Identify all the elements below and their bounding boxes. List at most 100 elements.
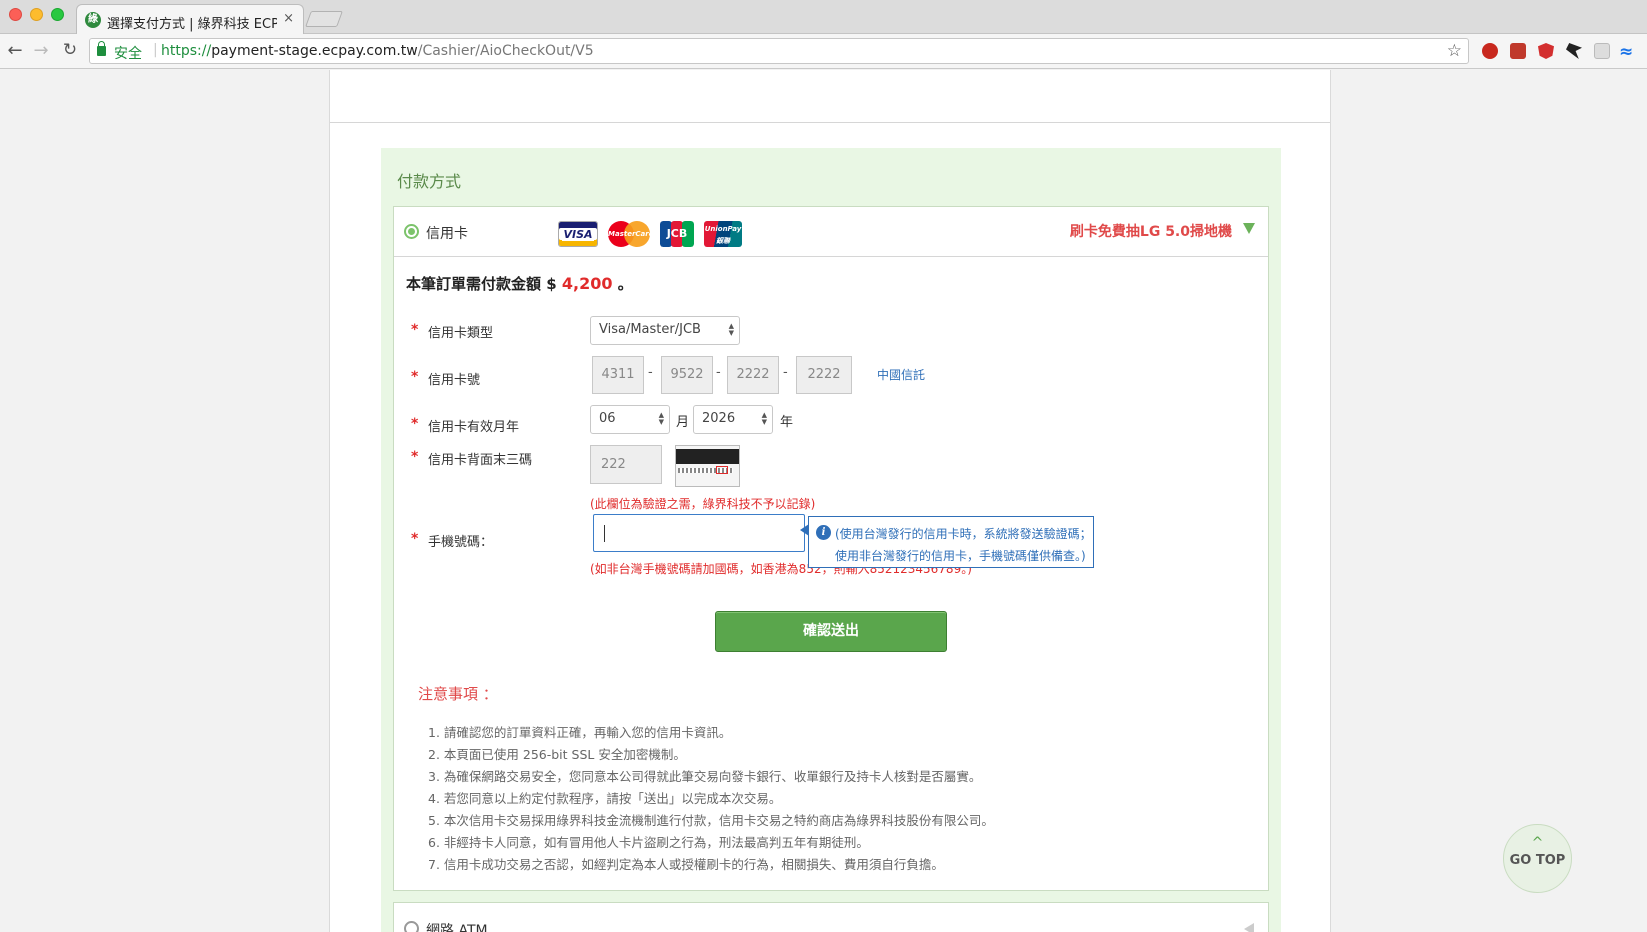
url-protocol: https://	[161, 43, 212, 59]
grey-extension-icon[interactable]	[1594, 43, 1610, 59]
cvv-label: 信用卡背面末三碼	[428, 453, 533, 468]
required-mark: *	[411, 369, 419, 385]
url-separator: |	[153, 42, 158, 58]
credit-card-radio[interactable]	[404, 224, 419, 239]
confirm-submit-button[interactable]: 確認送出	[715, 611, 947, 652]
year-unit: 年	[780, 415, 794, 430]
window-minimize-button[interactable]	[30, 8, 43, 21]
credit-card-label: 信用卡	[426, 226, 468, 242]
amount-value: 4,200	[561, 274, 613, 293]
url-path: /Cashier/AioCheckOut/V5	[417, 43, 594, 59]
notice-title: 注意事項 ：	[418, 685, 498, 703]
select-arrows-icon: ▲ ▼	[728, 322, 734, 337]
month-unit: 月	[676, 415, 690, 430]
expiry-month-select[interactable]: 06 ▲ ▼	[590, 405, 670, 434]
notice-item: 5. 本次信用卡交易採用綠界科技金流機制進行付款，信用卡交易之特約商店為綠界科技…	[428, 813, 994, 828]
jcb-logo-icon: JCB	[660, 221, 694, 247]
info-icon: i	[816, 525, 831, 540]
jcb-logo-text: JCB	[666, 227, 688, 240]
card-number-separator: -	[783, 365, 788, 380]
card-number-input-4[interactable]: 2222	[796, 356, 852, 394]
phone-input[interactable]	[593, 514, 805, 552]
credit-card-section: 信用卡 VISA MasterCard JCB UnionPay 銀聯 刷卡免費…	[393, 206, 1269, 891]
go-top-button[interactable]: ^ GO TOP	[1503, 824, 1572, 893]
reload-icon[interactable]: ↻	[59, 40, 81, 60]
notice-item: 4. 若您同意以上約定付款程序，請按「送出」以完成本次交易。	[428, 791, 782, 806]
ecpay-favicon-icon: 綠	[85, 12, 101, 28]
cvv-note: (此欄位為驗證之需，綠界科技不予以記錄)	[590, 497, 816, 511]
address-bar[interactable]: 安全 | https://payment-stage.ecpay.com.tw/…	[89, 38, 1469, 64]
order-amount: 本筆訂單需付款金額 $ 4,200 。	[406, 273, 633, 294]
browser-tab-active[interactable]: 綠 選擇支付方式 | 綠界科技 ECPay ×	[76, 4, 304, 35]
expiry-year-select[interactable]: 2026 ▲ ▼	[693, 405, 773, 434]
collapse-triangle-icon[interactable]	[1243, 223, 1255, 234]
credit-card-header[interactable]: 信用卡 VISA MasterCard JCB UnionPay 銀聯 刷卡免費…	[394, 207, 1268, 257]
card-number-separator: -	[716, 365, 721, 380]
expiry-year-value: 2026	[702, 411, 736, 426]
tab-close-icon[interactable]: ×	[283, 11, 294, 26]
lock-icon	[97, 41, 106, 56]
visa-logo-icon: VISA	[558, 221, 598, 247]
phone-label: 手機號碼：	[428, 535, 494, 550]
expiry-month-value: 06	[599, 411, 616, 426]
url-host: payment-stage.ecpay.com.tw	[211, 43, 418, 59]
card-number-input-2[interactable]: 9522	[661, 356, 713, 394]
amount-prefix: 本筆訂單需付款金額 $	[406, 275, 562, 293]
notice-list: 1. 請確認您的訂單資料正確，再輸入您的信用卡資訊。 2. 本頁面已使用 256…	[428, 722, 994, 876]
mastercard-logo-icon: MasterCard	[608, 221, 650, 247]
card-type-label: 信用卡類型	[428, 326, 494, 341]
expand-triangle-icon[interactable]	[1244, 923, 1254, 932]
star-icon[interactable]: ☆	[1447, 41, 1462, 61]
required-mark: *	[411, 322, 419, 338]
promo-text: 刷卡免費抽LG 5.0掃地機	[1069, 224, 1232, 240]
card-type-select[interactable]: Visa/Master/JCB ▲ ▼	[590, 316, 740, 345]
notice-item: 7. 信用卡成功交易之否認，如經判定為本人或授權刷卡的行為，相關損失、費用須自行…	[428, 857, 944, 872]
expiry-label: 信用卡有效月年	[428, 420, 520, 435]
window-zoom-button[interactable]	[51, 8, 64, 21]
forward-arrow-icon[interactable]: →	[30, 40, 52, 61]
atm-section[interactable]: 網路 ATM	[393, 902, 1269, 932]
visa-logo-text: VISA	[562, 228, 594, 241]
tooltip-line-2: 使用非台灣發行的信用卡，手機號碼僅供備查。)	[835, 549, 1086, 563]
chevron-up-icon: ^	[1531, 835, 1544, 851]
wave-extension-icon[interactable]: ≈	[1619, 42, 1639, 62]
browser-toolbar: ← → ↻ 安全 | https://payment-stage.ecpay.c…	[0, 34, 1647, 69]
go-top-label: GO TOP	[1509, 853, 1566, 868]
header-divider	[330, 122, 1330, 123]
card-back-illustration-icon	[675, 445, 740, 487]
mastercard-logo-text: MasterCard	[608, 230, 650, 238]
notice-item: 2. 本頁面已使用 256-bit SSL 安全加密機制。	[428, 747, 686, 762]
select-arrows-icon: ▲ ▼	[658, 411, 664, 426]
required-mark: *	[411, 416, 419, 432]
amount-suffix: 。	[612, 275, 633, 293]
url-text[interactable]: https://payment-stage.ecpay.com.tw/Cashi…	[161, 43, 594, 59]
unionpay-logo-icon: UnionPay 銀聯	[704, 221, 742, 247]
page-column: 付款方式 信用卡 VISA MasterCard JCB UnionPay 銀聯…	[329, 70, 1331, 932]
browser-tab-bar: 綠 選擇支付方式 | 綠界科技 ECPay ×	[0, 0, 1647, 35]
cvv-input[interactable]: 222	[590, 445, 662, 484]
new-tab-button[interactable]	[305, 11, 343, 27]
atm-label: 網路 ATM	[426, 923, 488, 932]
payment-method-panel: 付款方式 信用卡 VISA MasterCard JCB UnionPay 銀聯…	[381, 148, 1281, 932]
required-mark: *	[411, 531, 419, 547]
phone-tooltip: i (使用台灣發行的信用卡時，系統將發送驗證碼； 使用非台灣發行的信用卡，手機號…	[800, 516, 1094, 568]
notice-item: 6. 非經持卡人同意，如有冒用他人卡片盜刷之行為，刑法最高判五年有期徒刑。	[428, 835, 869, 850]
back-arrow-icon[interactable]: ←	[4, 40, 26, 61]
atm-radio[interactable]	[404, 921, 419, 932]
bat-extension-icon[interactable]	[1566, 43, 1582, 59]
notice-item: 1. 請確認您的訂單資料正確，再輸入您的信用卡資訊。	[428, 725, 732, 740]
card-number-label: 信用卡號	[428, 373, 481, 388]
issuing-bank-name: 中國信託	[877, 368, 926, 382]
secure-label: 安全	[114, 46, 142, 62]
card-number-input-1[interactable]: 4311	[592, 356, 644, 394]
payment-method-title: 付款方式	[397, 172, 462, 191]
window-close-button[interactable]	[9, 8, 22, 21]
select-arrows-icon: ▲ ▼	[761, 411, 767, 426]
adblock-extension-icon[interactable]	[1482, 43, 1498, 59]
required-mark: *	[411, 449, 419, 465]
notice-item: 3. 為確保網路交易安全，您同意本公司得就此筆交易向發卡銀行、收單銀行及持卡人核…	[428, 769, 982, 784]
card-number-input-3[interactable]: 2222	[727, 356, 779, 394]
tooltip-line-1: (使用台灣發行的信用卡時，系統將發送驗證碼；	[835, 527, 1092, 541]
shield-extension-icon[interactable]	[1538, 43, 1554, 59]
bookmark-extension-icon[interactable]	[1510, 43, 1526, 59]
